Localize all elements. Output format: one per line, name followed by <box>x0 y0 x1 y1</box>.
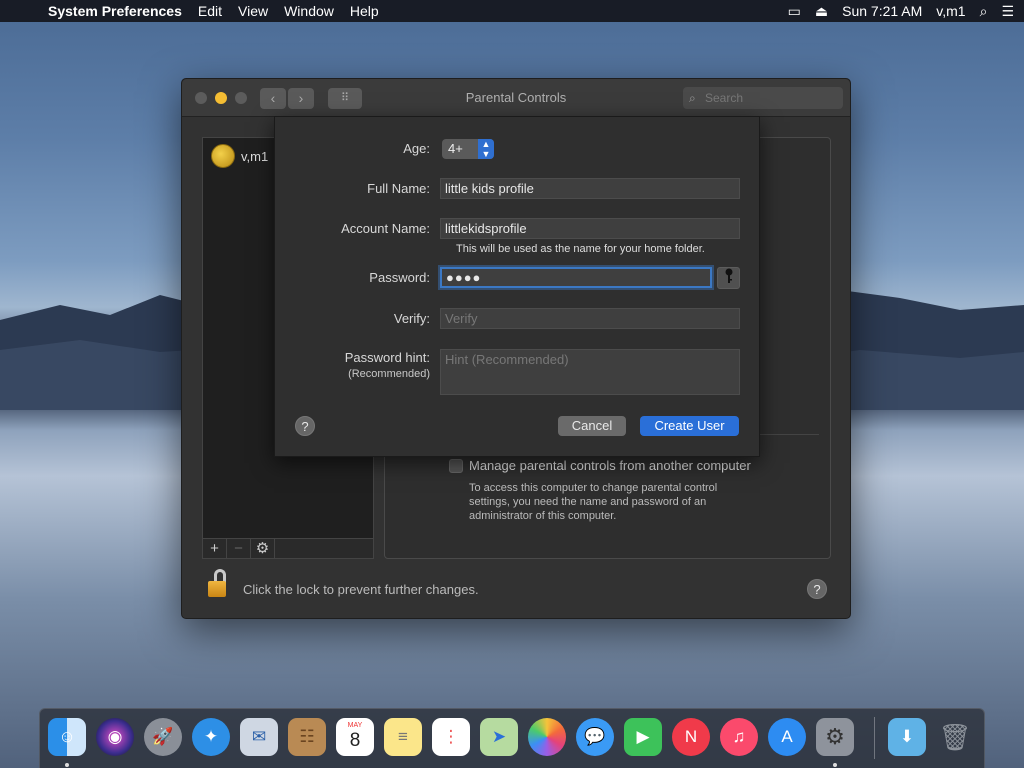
maps-icon[interactable]: ➤ <box>480 718 518 756</box>
news-icon[interactable]: N <box>672 718 710 756</box>
launchpad-icon[interactable]: 🚀 <box>144 718 182 756</box>
menu-user[interactable]: v,m1 <box>936 3 965 19</box>
account-name-label: Account Name: <box>341 221 430 236</box>
manage-remotely-label: Manage parental controls from another co… <box>469 458 751 473</box>
title-bar: ‹ › ⠿ Parental Controls ⌕ Search <box>182 79 850 117</box>
display-mirroring-icon[interactable]: ▭ <box>788 3 801 20</box>
music-icon[interactable]: ♫ <box>720 718 758 756</box>
contacts-icon[interactable]: ☷ <box>288 718 326 756</box>
eject-icon[interactable]: ⏏ <box>815 3 828 20</box>
add-user-button[interactable]: + <box>203 539 227 559</box>
password-hint-label: Password hint: <box>344 350 430 365</box>
verify-label: Verify: <box>393 311 430 326</box>
password-field[interactable]: ●●●● <box>440 267 712 288</box>
search-icon: ⌕ <box>689 91 696 105</box>
calendar-icon[interactable]: MAY 8 <box>336 718 374 756</box>
full-name-field[interactable]: little kids profile <box>440 178 740 199</box>
running-indicator <box>833 763 837 767</box>
full-name-label: Full Name: <box>367 181 430 196</box>
menu-clock[interactable]: Sun 7:21 AM <box>842 3 922 19</box>
help-button[interactable]: ? <box>807 579 827 599</box>
search-placeholder: Search <box>705 91 744 105</box>
downloads-folder-icon[interactable]: ⬇ <box>888 718 926 756</box>
age-select[interactable]: 4+ ▲ ▼ <box>442 139 494 159</box>
photos-icon[interactable] <box>528 718 566 756</box>
password-hint-field[interactable]: Hint (Recommended) <box>440 349 740 395</box>
account-name-field[interactable]: littlekidsprofile <box>440 218 740 239</box>
password-label: Password: <box>369 270 430 285</box>
search-field[interactable]: ⌕ Search <box>683 87 843 109</box>
cancel-button[interactable]: Cancel <box>558 416 626 436</box>
manage-remotely-description: To access this computer to change parent… <box>469 482 718 522</box>
menu-view[interactable]: View <box>230 3 276 19</box>
notes-icon[interactable]: ≡ <box>384 718 422 756</box>
password-assistant-key-icon[interactable] <box>717 267 740 289</box>
avatar <box>211 144 235 168</box>
new-user-sheet: Age: 4+ ▲ ▼ Full Name: little kids profil… <box>274 116 760 457</box>
running-indicator <box>65 763 69 767</box>
system-preferences-icon[interactable]: ⚙ <box>816 718 854 756</box>
calendar-day: 8 <box>349 730 361 751</box>
lock-icon[interactable] <box>208 569 228 599</box>
menu-bar: System Preferences Edit View Window Help… <box>0 0 1024 22</box>
verify-field[interactable]: Verify <box>440 308 740 329</box>
manage-remotely-checkbox[interactable] <box>449 458 463 473</box>
notification-center-icon[interactable]: ☰ <box>1001 3 1014 20</box>
age-value: 4+ <box>448 141 463 156</box>
menu-edit[interactable]: Edit <box>190 3 230 19</box>
calendar-month: MAY <box>347 722 363 729</box>
sheet-help-button[interactable]: ? <box>295 416 315 436</box>
sidebar-user-name: v,m1 <box>241 148 269 164</box>
facetime-icon[interactable]: ▶ <box>624 718 662 756</box>
sidebar-item-user[interactable]: v,m1 <box>211 144 268 168</box>
chevron-up-down-icon: ▲ ▼ <box>478 139 494 159</box>
home-folder-note: This will be used as the name for your h… <box>456 243 705 255</box>
app-store-icon[interactable]: A <box>768 718 806 756</box>
password-hint-sublabel: (Recommended) <box>348 368 430 380</box>
dock-divider <box>874 717 875 759</box>
dock: ☺ ◉ 🚀 ✦ ✉ ☷ MAY 8 ≡ ⋮ ➤ 💬 ▶ N ♫ A ⚙ ⬇ 🗑 <box>39 708 985 768</box>
menu-help[interactable]: Help <box>342 3 387 19</box>
age-label: Age: <box>403 141 430 156</box>
siri-icon[interactable]: ◉ <box>96 718 134 756</box>
lock-text: Click the lock to prevent further change… <box>243 582 479 597</box>
mail-icon[interactable]: ✉ <box>240 718 278 756</box>
trash-icon[interactable]: 🗑 <box>936 718 974 756</box>
reminders-icon[interactable]: ⋮ <box>432 718 470 756</box>
remove-user-button[interactable]: − <box>227 539 251 559</box>
menu-app-name[interactable]: System Preferences <box>40 3 190 19</box>
sidebar-toolbar: + − ⚙ <box>203 538 373 559</box>
manage-remotely-option[interactable]: Manage parental controls from another co… <box>449 458 751 473</box>
menu-window[interactable]: Window <box>276 3 342 19</box>
create-user-button[interactable]: Create User <box>640 416 739 436</box>
safari-icon[interactable]: ✦ <box>192 718 230 756</box>
spotlight-search-icon[interactable]: ⌕ <box>980 3 988 20</box>
messages-icon[interactable]: 💬 <box>576 718 614 756</box>
finder-icon[interactable]: ☺ <box>48 718 86 756</box>
gear-icon[interactable]: ⚙ <box>251 539 275 559</box>
